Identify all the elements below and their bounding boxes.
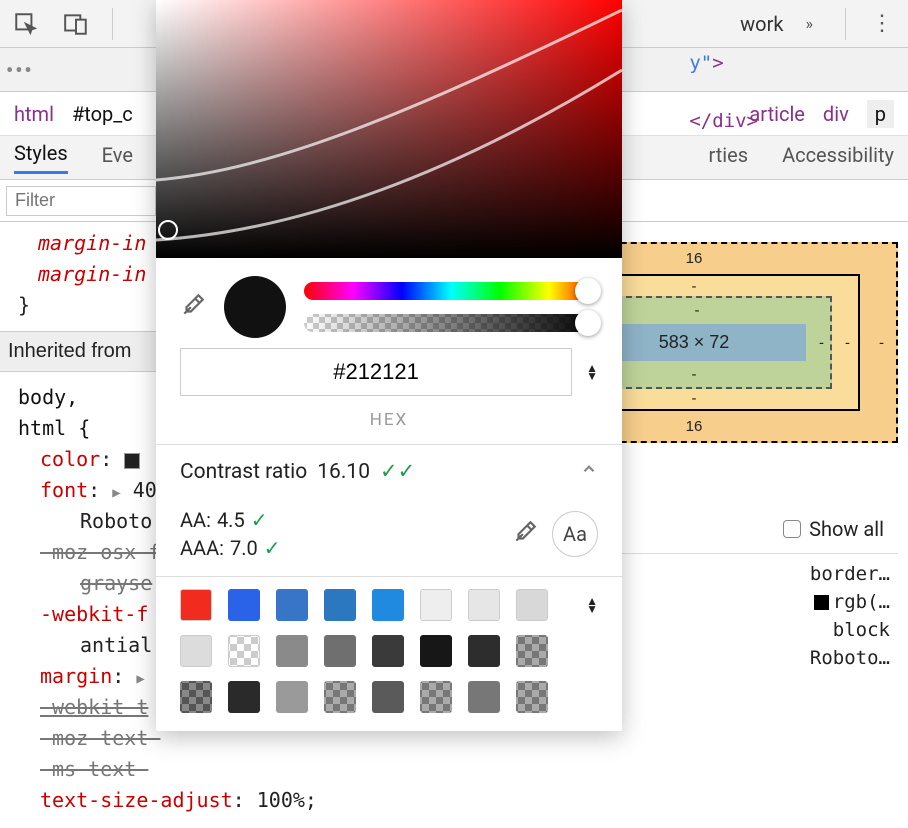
palette-swatch[interactable]: [324, 635, 356, 667]
bg-eyedropper-icon[interactable]: [512, 519, 538, 550]
kebab-menu-icon[interactable]: ⋮: [868, 10, 896, 38]
aa-row: AA: 4.5 ✓: [180, 508, 281, 532]
palette-swatch[interactable]: [180, 635, 212, 667]
breadcrumb-p[interactable]: p: [867, 100, 894, 128]
palette-swatch[interactable]: [516, 589, 548, 621]
palette-swatch[interactable]: [468, 681, 500, 713]
hue-thumb[interactable]: [575, 278, 601, 304]
show-all-checkbox[interactable]: [783, 520, 801, 538]
palette-swatch[interactable]: [276, 681, 308, 713]
tab-properties[interactable]: rties: [708, 143, 748, 173]
select-element-icon[interactable]: [12, 10, 40, 38]
hex-label: HEX: [156, 410, 622, 444]
color-picker: ▲▼ HEX Contrast ratio 16.10 ✓✓ AA: 4.5 ✓…: [156, 0, 622, 731]
aaa-row: AAA: 7.0 ✓: [180, 536, 281, 560]
contrast-ratio-row: Contrast ratio 16.10 ✓✓: [180, 459, 598, 484]
palette: ▲▼: [156, 577, 622, 731]
palette-swatch[interactable]: [372, 635, 404, 667]
palette-swatch[interactable]: [324, 589, 356, 621]
breadcrumb-html[interactable]: html: [14, 102, 54, 126]
palette-swatch[interactable]: [372, 681, 404, 713]
eyedropper-icon[interactable]: [180, 292, 206, 322]
alpha-thumb[interactable]: [575, 310, 601, 336]
double-check-icon: ✓✓: [380, 459, 415, 484]
tab-events[interactable]: Eve: [102, 143, 133, 173]
ellipsis-icon[interactable]: •••: [6, 58, 34, 82]
tab-styles[interactable]: Styles: [14, 141, 68, 174]
palette-swatch[interactable]: [180, 589, 212, 621]
hue-slider[interactable]: [304, 282, 598, 300]
check-icon: ✓: [264, 536, 281, 560]
palette-swatch[interactable]: [180, 681, 212, 713]
device-toggle-icon[interactable]: [62, 10, 90, 38]
saturation-handle[interactable]: [158, 220, 178, 240]
palette-swatch[interactable]: [516, 635, 548, 667]
palette-swatch[interactable]: [372, 589, 404, 621]
filter-input[interactable]: [6, 186, 156, 216]
breadcrumb-div[interactable]: div: [823, 102, 849, 126]
palette-swatch[interactable]: [276, 589, 308, 621]
palette-swatch[interactable]: [420, 589, 452, 621]
palette-swatch[interactable]: [228, 589, 260, 621]
format-toggle[interactable]: ▲▼: [586, 364, 598, 381]
overflow-icon[interactable]: »: [806, 14, 814, 33]
palette-swatch[interactable]: [276, 635, 308, 667]
show-all-label[interactable]: Show all: [809, 517, 884, 541]
check-icon: ✓: [251, 508, 268, 532]
breadcrumb-top[interactable]: #top_c: [72, 102, 133, 126]
palette-swatch[interactable]: [228, 681, 260, 713]
palette-toggle[interactable]: ▲▼: [586, 597, 598, 614]
toolbar-tab-network[interactable]: work: [740, 12, 783, 36]
tab-accessibility[interactable]: Accessibility: [782, 143, 894, 173]
color-swatch[interactable]: [124, 453, 140, 469]
palette-swatch[interactable]: [516, 681, 548, 713]
expand-icon[interactable]: ▶: [112, 485, 120, 501]
palette-swatch[interactable]: [228, 635, 260, 667]
palette-swatch[interactable]: [468, 589, 500, 621]
palette-swatch[interactable]: [324, 681, 356, 713]
palette-swatch[interactable]: [468, 635, 500, 667]
prop-ms-text[interactable]: -ms-text-: [40, 754, 450, 785]
prop-tsa[interactable]: text-size-adjust: 100%;: [40, 785, 450, 816]
saturation-field[interactable]: [156, 0, 622, 258]
bg-sample-button[interactable]: Aa: [552, 511, 598, 557]
color-swatch-icon: [814, 595, 829, 610]
palette-swatch[interactable]: [420, 635, 452, 667]
current-color-swatch: [224, 276, 286, 338]
expand-icon[interactable]: ▶: [136, 671, 144, 687]
alpha-slider[interactable]: [304, 314, 598, 332]
collapse-icon[interactable]: [580, 460, 598, 484]
dom-fragment: y"> </div>: [689, 52, 758, 132]
palette-swatch[interactable]: [420, 681, 452, 713]
hex-input[interactable]: [180, 348, 572, 396]
